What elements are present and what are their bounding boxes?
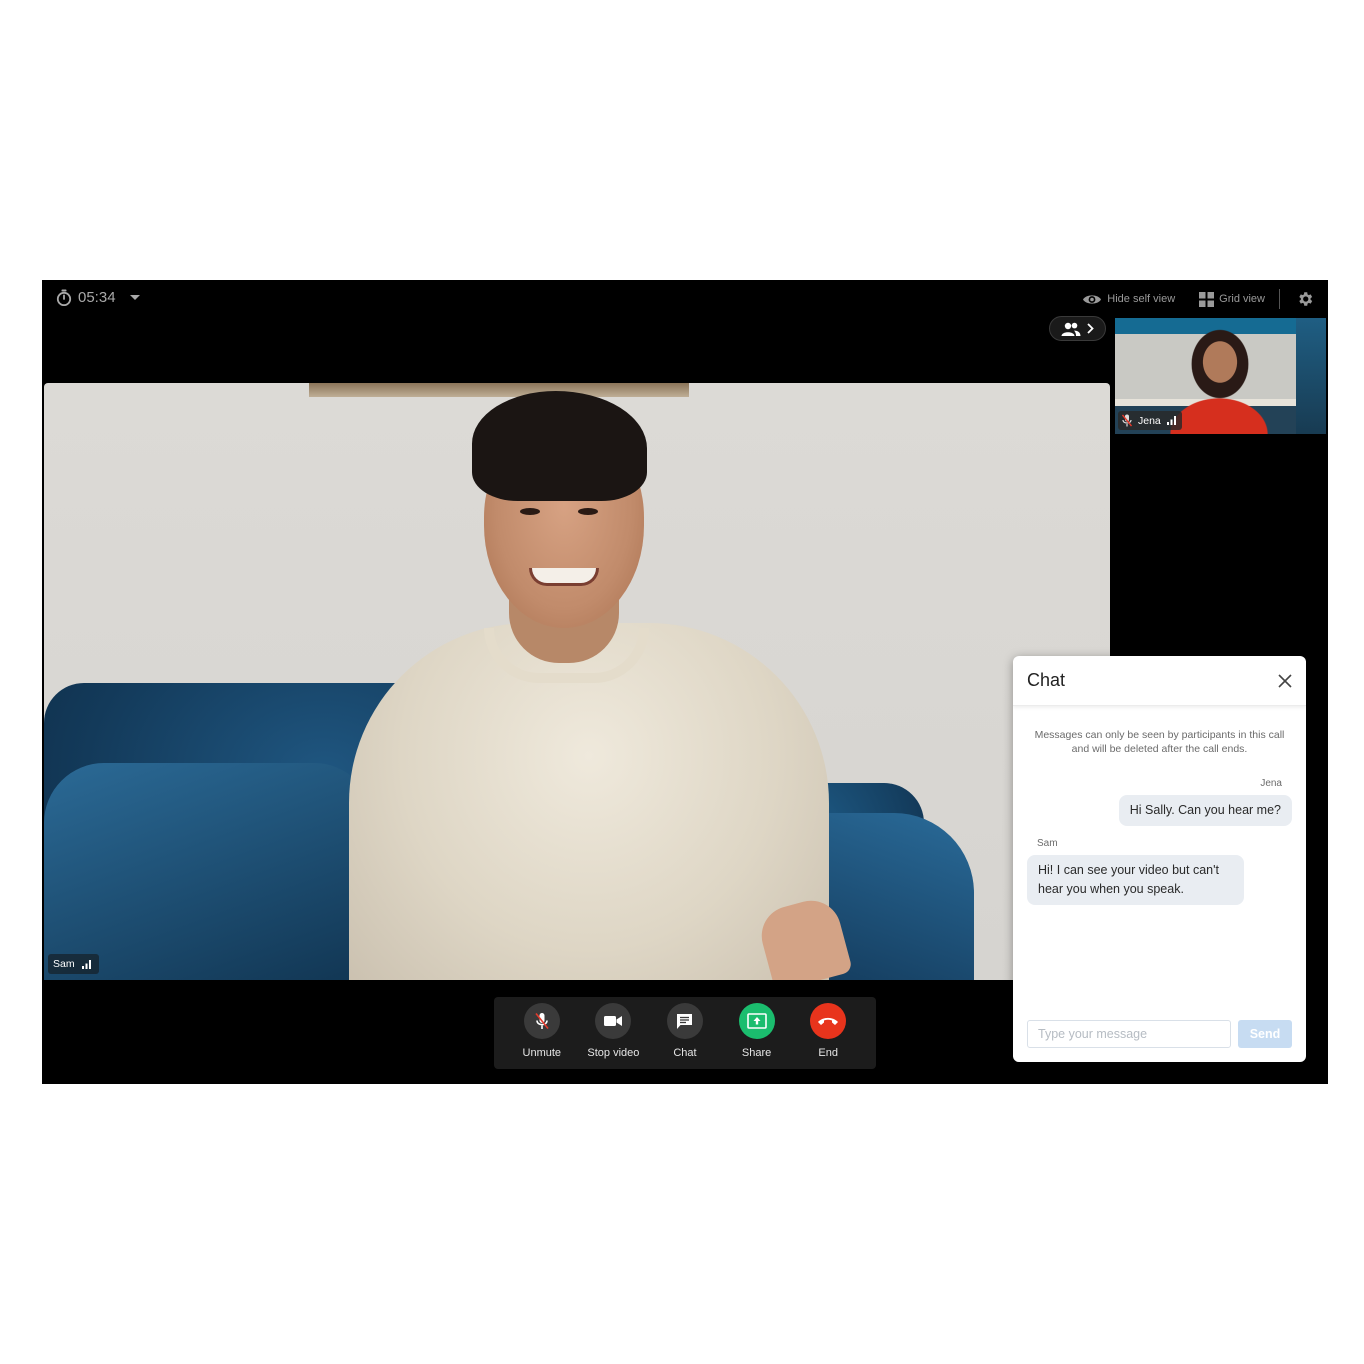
grid-view-button[interactable]: Grid view: [1199, 291, 1265, 307]
call-controls-bar: Unmute Stop video Chat Share End: [494, 997, 876, 1069]
chat-privacy-notice: Messages can only be seen by participant…: [1034, 729, 1285, 755]
end-call-button[interactable]: End: [793, 1003, 863, 1059]
message-bubble: Hi! I can see your video but can't hear …: [1027, 855, 1244, 905]
participants-button[interactable]: [1049, 316, 1106, 341]
background-frame: [309, 383, 689, 397]
chat-button[interactable]: Chat: [650, 1003, 720, 1059]
participant-smile: [529, 568, 599, 586]
toolbar-divider: [1279, 289, 1280, 309]
settings-gear-icon[interactable]: [1296, 290, 1314, 308]
main-video-feed[interactable]: Sam: [44, 383, 1110, 980]
close-icon[interactable]: [1278, 673, 1292, 688]
chat-label: Chat: [673, 1047, 697, 1059]
chat-title: Chat: [1027, 670, 1066, 690]
send-button[interactable]: Send: [1238, 1020, 1292, 1048]
timer-value: 05:34: [78, 289, 116, 306]
stop-video-label: Stop video: [587, 1047, 640, 1059]
signal-strength-icon: [1166, 416, 1176, 425]
end-label: End: [818, 1047, 838, 1059]
stopwatch-icon: [56, 289, 72, 306]
message-sender: Sam: [1037, 838, 1058, 849]
self-view-name: Jena: [1138, 414, 1161, 427]
chat-header: Chat: [1013, 656, 1306, 706]
mic-off-icon: [1122, 414, 1132, 427]
share-label: Share: [741, 1047, 772, 1059]
share-screen-icon: [746, 1013, 767, 1029]
chat-button-circle: [666, 1003, 703, 1039]
chat-compose-row: Send: [1027, 1020, 1292, 1048]
participant-eye: [520, 508, 540, 515]
main-video-name: Sam: [53, 958, 75, 970]
self-view-label: Jena: [1118, 411, 1182, 430]
participant-hair: [472, 391, 647, 501]
self-view-thumbnail[interactable]: Jena: [1115, 318, 1326, 434]
message-bubble: Hi Sally. Can you hear me?: [1118, 795, 1292, 826]
video-call-window: 05:34 Hide self view Grid view Jena Sam …: [42, 280, 1328, 1084]
people-icon: [1061, 322, 1081, 336]
hide-self-view-label: Hide self view: [1107, 293, 1176, 305]
message-sender: Jena: [1260, 778, 1282, 789]
call-timer-dropdown[interactable]: 05:34: [56, 289, 140, 306]
main-video-label: Sam: [48, 954, 99, 974]
unmute-button-circle: [523, 1003, 560, 1039]
chair-arm-left: [44, 763, 374, 980]
unmute-label: Unmute: [522, 1047, 562, 1059]
mic-off-icon: [535, 1013, 549, 1029]
chat-panel: Chat Messages can only be seen by partic…: [1013, 656, 1306, 1062]
grid-icon: [1199, 291, 1215, 307]
grid-view-label: Grid view: [1219, 293, 1265, 305]
eye-icon: [1083, 294, 1102, 304]
chat-icon: [677, 1013, 693, 1029]
chevron-right-icon: [1087, 323, 1094, 334]
unmute-button[interactable]: Unmute: [507, 1003, 577, 1059]
stop-video-button[interactable]: Stop video: [578, 1003, 648, 1059]
top-right-toolbar: Hide self view Grid view: [1082, 289, 1314, 309]
video-camera-icon: [604, 1016, 623, 1026]
share-button-circle: [738, 1003, 775, 1039]
end-call-button-circle: [810, 1003, 847, 1039]
share-button[interactable]: Share: [722, 1003, 792, 1059]
chat-message-input[interactable]: [1027, 1020, 1231, 1048]
signal-strength-icon: [81, 959, 91, 969]
hide-self-view-button[interactable]: Hide self view: [1082, 293, 1175, 306]
chat-message: Jena Hi Sally. Can you hear me?: [1013, 778, 1306, 826]
stop-video-button-circle: [595, 1003, 632, 1039]
chat-message: Sam Hi! I can see your video but can't h…: [1013, 838, 1306, 905]
caret-down-icon: [129, 294, 140, 300]
participant-eye: [578, 508, 598, 515]
hang-up-icon: [818, 1017, 839, 1025]
